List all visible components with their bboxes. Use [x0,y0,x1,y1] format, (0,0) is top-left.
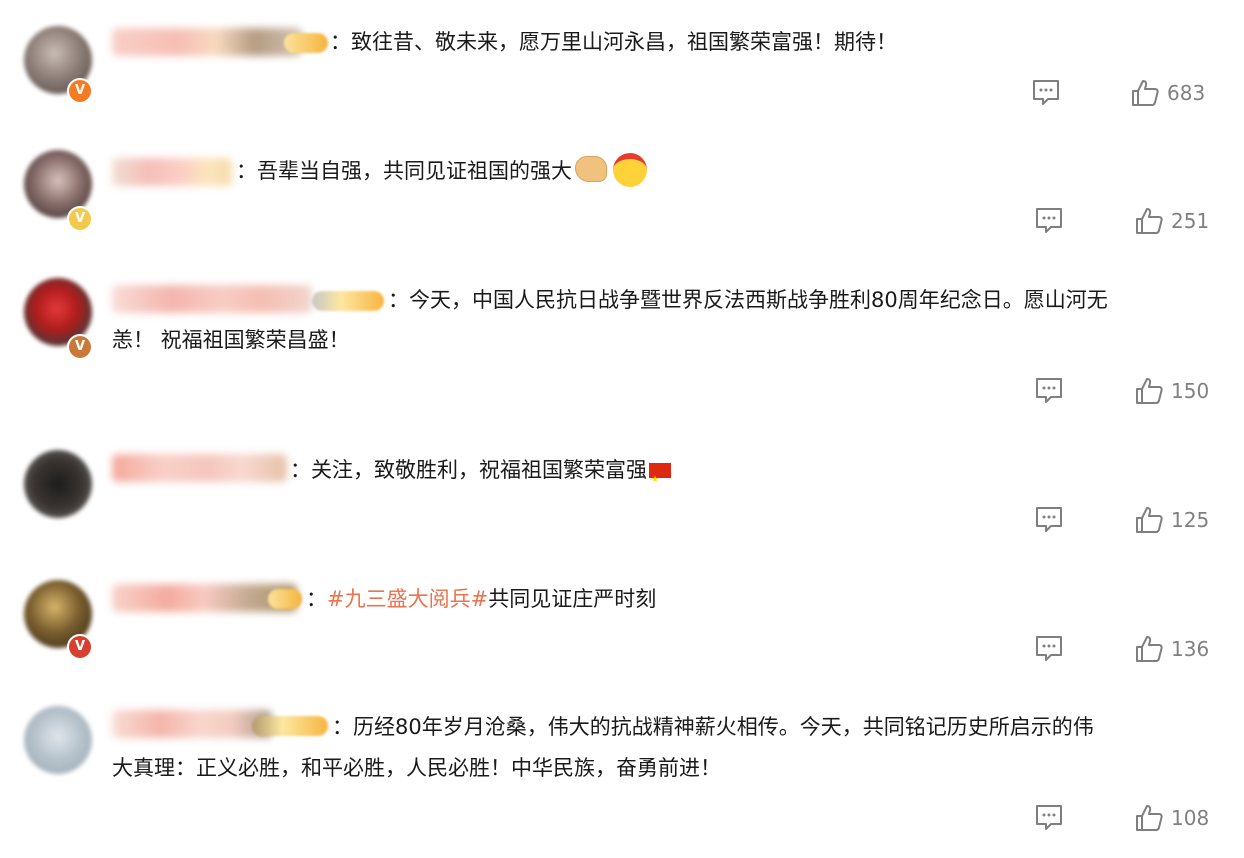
comment-body: 吾辈当自强，共同见证祖国的强大 [257,159,572,183]
fighting-headband-emoji-icon [613,153,647,187]
comment-text: ：致往昔、敬未来，愿万里山河永昌，祖国繁荣富强！期待！ [330,22,897,63]
separator: ： [236,159,257,183]
comment-text: ：关注，致敬胜利，祝福祖国繁荣富强 [290,450,671,501]
comment-body: 致往昔、敬未来，愿万里山河永昌，祖国繁荣富强！期待！ [351,30,897,54]
username[interactable] [112,285,312,313]
flexed-biceps-emoji-icon [575,156,607,182]
username[interactable] [112,710,272,738]
comment-text: ：#九三盛大阅兵#共同见证庄严时刻 [306,579,656,620]
avatar[interactable] [24,450,92,518]
separator: ： [388,288,409,312]
username[interactable] [112,28,302,56]
verified-badge-icon: V [67,78,93,104]
comment-body-line1: 历经80年岁月沧桑，伟大的抗战精神薪火相传。今天，共同铭记历史所启示的伟 [353,715,1094,739]
thumbs-up-icon[interactable] [1134,634,1164,664]
comment-icon[interactable] [1034,634,1064,664]
username[interactable] [112,158,232,186]
separator: ： [290,458,311,482]
thumbs-up-icon[interactable] [1134,376,1164,406]
separator: ： [306,587,327,611]
comment-text: ：历经80年岁月沧桑，伟大的抗战精神薪火相传。今天，共同铭记历史所启示的伟 [332,707,1094,748]
comment-text: ：今天，中国人民抗日战争暨世界反法西斯战争胜利80周年纪念日。愿山河无 [388,280,1108,321]
like-count: 251 [1171,209,1210,233]
comment-body: 共同见证庄严时刻 [488,587,657,611]
comment-icon[interactable] [1034,376,1064,406]
separator: ： [332,715,353,739]
level-badge [268,589,302,609]
comment-text-continued: 大真理：正义必胜，和平必胜，人民必胜！中华民族，奋勇前进！ [112,748,721,789]
comment-text: ：吾辈当自强，共同见证祖国的强大 [236,151,647,192]
comment-icon[interactable] [1031,78,1061,108]
comment-icon[interactable] [1034,505,1064,535]
like-count: 150 [1171,379,1210,403]
comment-body: 关注，致敬胜利，祝福祖国繁荣富强 [311,458,647,482]
like-count: 108 [1171,806,1210,830]
comment-icon[interactable] [1034,803,1064,833]
china-flag-emoji-icon [649,460,671,501]
thumbs-up-icon[interactable] [1130,78,1160,108]
verified-badge-icon: V [67,334,93,360]
separator: ： [330,30,351,54]
avatar[interactable] [24,706,92,774]
comment-body-line2: 大真理：正义必胜，和平必胜，人民必胜！中华民族，奋勇前进！ [112,756,721,780]
like-count: 125 [1171,508,1210,532]
like-count: 683 [1167,81,1206,105]
verified-badge-icon: V [67,206,93,232]
comment-icon[interactable] [1034,206,1064,236]
level-badge [252,716,328,736]
level-badge [312,291,384,311]
thumbs-up-icon[interactable] [1134,505,1164,535]
thumbs-up-icon[interactable] [1134,803,1164,833]
comment-body-line2: 恙！ 祝福祖国繁荣昌盛！ [112,328,350,352]
like-count: 136 [1171,637,1210,661]
level-badge [284,33,328,53]
hashtag-link[interactable]: #九三盛大阅兵# [327,587,488,611]
comment-text-continued: 恙！ 祝福祖国繁荣昌盛！ [112,320,350,361]
thumbs-up-icon[interactable] [1134,206,1164,236]
verified-badge-icon: V [67,634,93,660]
username[interactable] [112,454,287,482]
comment-body-line1: 今天，中国人民抗日战争暨世界反法西斯战争胜利80周年纪念日。愿山河无 [409,288,1108,312]
